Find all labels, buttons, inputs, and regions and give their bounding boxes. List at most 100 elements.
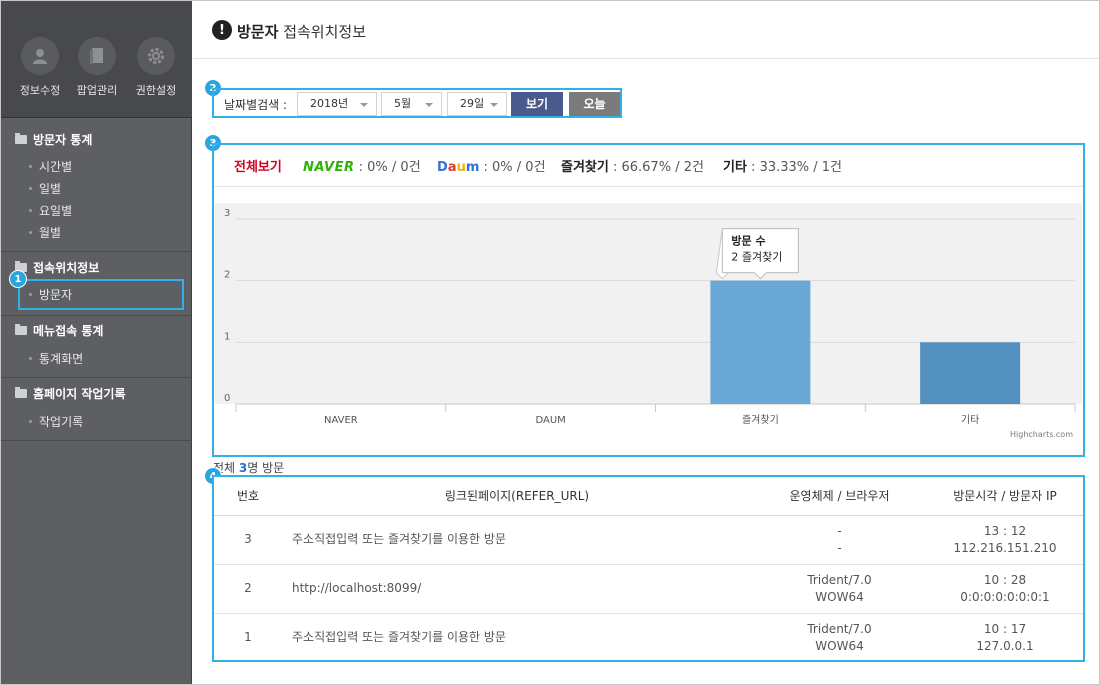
view-button[interactable]: 보기 (511, 92, 563, 116)
all-view-link[interactable]: 전체보기 (234, 156, 282, 175)
stat-naver[interactable]: NAVER : 0% / 0건 (303, 156, 421, 175)
bullet-icon (29, 293, 32, 296)
cell-time-ip-line: 13 : 12 (983, 523, 1027, 538)
bar-즐겨찾기 (710, 280, 811, 404)
month-select[interactable]: 5월 (381, 92, 442, 116)
year-select[interactable]: 2018년 (297, 92, 377, 116)
date-search-bar: 날짜별검색 : 2018년 5월 29일 보기 오늘 (212, 88, 622, 118)
chevron-down-icon (490, 103, 498, 107)
menu-item-hourly[interactable]: 시간별 (29, 158, 72, 175)
cell-os-browser: Trident/7.0 WOW64 (752, 613, 927, 662)
visit-table: 번호 링크된페이지(REFER_URL) 운영체제 / 브라우저 방문시각 / … (214, 477, 1083, 662)
naver-logo: NAVER (303, 160, 355, 175)
menu-head-visitor-stats[interactable]: 방문자 통계 (15, 131, 92, 148)
menu-section-work-log: 홈페이지 작업기록 작업기록 (1, 378, 192, 441)
menu-section-visitor-stats: 방문자 통계 시간별 일별 요일별 월별 (1, 118, 192, 252)
cell-no: 1 (214, 613, 282, 662)
stat-daum[interactable]: Daum : 0% / 0건 (437, 156, 546, 175)
menu-head-work-log[interactable]: 홈페이지 작업기록 (15, 385, 126, 402)
menu-section-access-location: 접속위치정보 방문자 (1, 252, 192, 316)
cell-os-browser-line: WOW64 (815, 638, 864, 653)
table-row: 2 http://localhost:8099/Trident/7.0 WOW64 1… (214, 564, 1083, 614)
x-tick-label: NAVER (324, 415, 358, 426)
bullet-icon (29, 420, 32, 423)
source-stats-bar: 전체보기 NAVER : 0% / 0건 Daum : 0% / 0건 즐겨찾기… (214, 145, 1083, 187)
menu-item-visitor[interactable]: 방문자 (18, 279, 184, 310)
page-header: ! 방문자 접속위치정보 (193, 1, 1099, 59)
table-row: 3 주소직접입력 또는 즐겨찾기를 이용한 방문 - -13 : 12 112.216.… (214, 515, 1083, 565)
stat-other[interactable]: 기타 : 33.33% / 1건 (723, 156, 842, 175)
chevron-down-icon (360, 103, 368, 107)
menu-head-access-location[interactable]: 접속위치정보 (15, 259, 99, 276)
cell-os-browser-line: - (837, 540, 842, 555)
cell-time-ip-line: 10 : 17 (983, 621, 1027, 636)
day-select[interactable]: 29일 (447, 92, 507, 116)
folder-icon (15, 324, 27, 335)
book-icon (78, 37, 116, 75)
sidebar-toolbar: 정보수정 팝업관리 권한설정 (1, 1, 192, 118)
x-tick-label: 즐겨찾기 (742, 414, 779, 426)
y-tick-label: 1 (224, 331, 230, 342)
y-tick-label: 2 (224, 270, 230, 281)
menu-item-daily[interactable]: 일별 (29, 180, 61, 197)
table-header-row: 번호 링크된페이지(REFER_URL) 운영체제 / 브라우저 방문시각 / … (214, 477, 1083, 516)
cell-url-line: http://localhost:8099/ (292, 581, 422, 595)
date-search-label: 날짜별검색 : (224, 98, 288, 112)
table-row: 1 주소직접입력 또는 즐겨찾기를 이용한 방문 Trident/7.0 WOW64 1… (214, 613, 1083, 662)
cell-url: 주소직접입력 또는 즐겨찾기를 이용한 방문 (282, 515, 752, 565)
menu-item-stats-screen[interactable]: 통계화면 (29, 350, 83, 367)
tool-permission-settings[interactable]: 권한설정 (128, 37, 184, 98)
menu-item-weekday[interactable]: 요일별 (29, 202, 72, 219)
cell-time-ip-line: 112.216.151.210 (953, 540, 1057, 555)
menu-section-menu-access: 메뉴접속 통계 통계화면 (1, 316, 192, 378)
page-title: 방문자 접속위치정보 (237, 23, 366, 41)
cell-time-ip: 10 : 17 127.0.0.1 (927, 613, 1083, 662)
step-badge-1: 1 (9, 270, 27, 288)
cell-time-ip: 10 : 28 0:0:0:0:0:0:0:1 (927, 564, 1083, 614)
menu-item-monthly[interactable]: 월별 (29, 224, 61, 241)
bullet-icon (29, 357, 32, 360)
tool-profile-edit[interactable]: 정보수정 (12, 37, 68, 98)
exclamation-icon: ! (212, 20, 232, 40)
cell-os-browser: Trident/7.0 WOW64 (752, 564, 927, 614)
bullet-icon (29, 209, 32, 212)
cell-no-line: 3 (244, 532, 252, 546)
tooltip-line: 2 즐겨찾기 (731, 251, 782, 264)
chart-panel: 전체보기 NAVER : 0% / 0건 Daum : 0% / 0건 즐겨찾기… (212, 143, 1085, 457)
x-tick-label: DAUM (535, 415, 565, 426)
y-tick-label: 0 (224, 393, 230, 404)
col-header-os: 운영체제 / 브라우저 (752, 477, 927, 516)
col-header-no: 번호 (214, 477, 282, 516)
stat-bookmark[interactable]: 즐겨찾기 : 66.67% / 2건 (561, 156, 704, 175)
col-header-time: 방문시각 / 방문자 IP (927, 477, 1083, 516)
chart-credit: Highcharts.com (1010, 430, 1073, 439)
cell-no-line: 2 (244, 581, 252, 595)
x-tick-label: 기타 (961, 414, 979, 426)
chart-tooltip: 방문 수 2 즐겨찾기 (715, 228, 799, 280)
cell-url: 주소직접입력 또는 즐겨찾기를 이용한 방문 (282, 613, 752, 662)
user-icon (21, 37, 59, 75)
cell-no: 2 (214, 564, 282, 614)
bullet-icon (29, 187, 32, 190)
cell-url: http://localhost:8099/ (282, 564, 752, 614)
menu-item-work-log[interactable]: 작업기록 (29, 413, 83, 430)
cell-time-ip: 13 : 12 112.216.151.210 (927, 515, 1083, 565)
cell-url-line: 주소직접입력 또는 즐겨찾기를 이용한 방문 (292, 532, 506, 546)
sidebar: 정보수정 팝업관리 권한설정 방문자 통계 시간별 일별 요일별 월별 접속위치 (1, 1, 192, 684)
bar-chart: 0 1 2 3 NAVER DAUM 즐겨찾기 기타 Highcharts.com 방문 수 2 즐… (215, 203, 1082, 439)
chevron-down-icon (425, 103, 433, 107)
cell-os-browser-line: WOW64 (815, 589, 864, 604)
cell-time-ip-line: 10 : 28 (983, 572, 1027, 587)
visit-summary: 전체 3명 방문 (213, 461, 285, 475)
cell-no: 3 (214, 515, 282, 565)
tooltip-title: 방문 수 (731, 234, 765, 248)
menu-head-menu-access[interactable]: 메뉴접속 통계 (15, 322, 103, 339)
folder-icon (15, 133, 27, 144)
tool-popup-manage[interactable]: 팝업관리 (69, 37, 125, 98)
cell-no-line: 1 (244, 630, 252, 645)
col-header-url: 링크된페이지(REFER_URL) (282, 477, 752, 516)
folder-icon (15, 387, 27, 398)
daum-logo: Daum (437, 160, 480, 175)
bullet-icon (29, 165, 32, 168)
today-button[interactable]: 오늘 (569, 92, 620, 116)
